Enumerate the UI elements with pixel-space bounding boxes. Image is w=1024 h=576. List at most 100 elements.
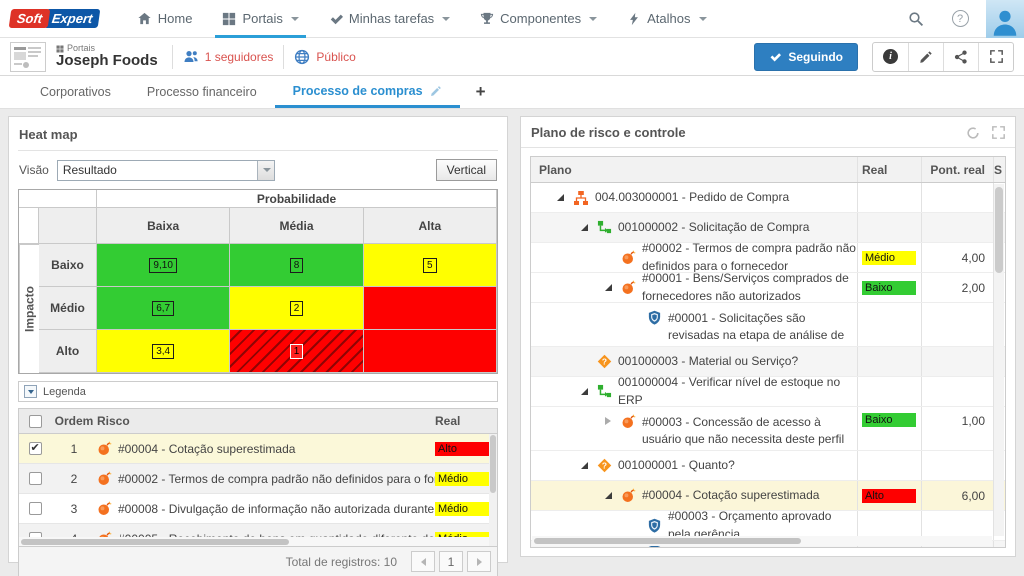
scrollbar-thumb[interactable] [534, 538, 801, 544]
tree-row[interactable]: 001000001 - Quanto? [531, 451, 1005, 481]
tab-label: Processo de compras [292, 83, 423, 98]
select-all-checkbox[interactable] [28, 414, 42, 428]
tab-corporativos[interactable]: Corporativos [22, 76, 129, 108]
current-page[interactable]: 1 [439, 551, 463, 572]
col-header-clipped[interactable]: S [993, 157, 1005, 182]
tree-row[interactable]: 001000004 - Verificar nível de estoque n… [531, 377, 1005, 407]
col-header-pont-real[interactable]: Pont. real [921, 157, 993, 182]
col-header-real[interactable]: Real [857, 157, 921, 182]
user-avatar[interactable] [986, 0, 1024, 38]
table-row[interactable]: 1 #00004 - Cotação superestimada Alto [19, 434, 497, 464]
search-button[interactable] [898, 0, 934, 38]
followers-link[interactable]: 1 seguidores [183, 49, 273, 65]
nav-minhas-tarefas[interactable]: Minhas tarefas [314, 0, 465, 38]
heatmap-cell[interactable]: 5 [363, 244, 497, 287]
cell-value[interactable]: 9,10 [149, 257, 177, 273]
tab-processo-financeiro[interactable]: Processo financeiro [129, 76, 275, 108]
help-button[interactable]: ? [942, 0, 978, 38]
table-row[interactable]: 2 #00002 - Termos de compra padrão não d… [19, 464, 497, 494]
heatmap-cell[interactable]: 6,7 [97, 287, 231, 330]
scrollbar-thumb[interactable] [995, 187, 1003, 273]
collapse-caret-icon[interactable] [580, 462, 588, 469]
share-button[interactable] [943, 42, 978, 71]
heatmap-cell[interactable]: 3,4 [97, 330, 231, 373]
home-icon [137, 11, 152, 26]
vertical-button[interactable]: Vertical [435, 159, 497, 181]
portal-tabs: Corporativos Processo financeiro Process… [0, 76, 1024, 109]
next-page-button[interactable] [467, 551, 491, 572]
tree-row[interactable]: 001000003 - Material ou Serviço? [531, 347, 1005, 377]
risk-table-header: Ordem Risco Real [19, 409, 497, 434]
expand-caret-icon[interactable] [605, 417, 611, 425]
heatmap-cell[interactable]: 9,10 [97, 244, 231, 287]
tab-processo-de-compras[interactable]: Processo de compras [274, 76, 460, 108]
nav-atalhos[interactable]: Atalhos [612, 0, 721, 38]
col-header-real[interactable]: Real [435, 414, 497, 428]
tree-row[interactable]: #00002 - Termos de compra padrão não def… [531, 243, 1005, 273]
tree-row[interactable]: #00001 - Solicitações são revisadas na e… [531, 303, 1005, 347]
heatmap-title: Heat map [18, 125, 498, 151]
cell-value[interactable]: 3,4 [152, 343, 175, 359]
heatmap-corner [19, 208, 39, 244]
visibility-label: Público [316, 49, 356, 64]
heatmap-cell[interactable] [363, 287, 497, 330]
cell-value[interactable]: 2 [289, 300, 304, 316]
collapse-caret-icon[interactable] [580, 224, 588, 231]
row-checkbox[interactable] [28, 502, 42, 515]
cell-value[interactable]: 5 [423, 257, 437, 273]
shield-icon [647, 310, 662, 325]
scrollbar-thumb[interactable] [490, 435, 496, 493]
fullscreen-button[interactable] [978, 42, 1013, 71]
add-tab-button[interactable]: + [460, 76, 502, 108]
info-button[interactable]: i [873, 43, 908, 71]
row-checkbox[interactable] [28, 441, 42, 455]
legend-toggle[interactable]: Legenda [18, 381, 498, 402]
edit-button[interactable] [908, 42, 943, 71]
collapse-caret-icon[interactable] [580, 388, 588, 395]
collapse-caret-icon[interactable] [604, 284, 612, 291]
softexpert-logo[interactable]: Soft Expert [8, 9, 102, 28]
vertical-scrollbar[interactable] [489, 434, 497, 546]
bomb-icon [97, 501, 112, 516]
collapse-caret-icon[interactable] [604, 492, 612, 499]
nav-componentes[interactable]: Componentes [465, 0, 612, 38]
tree-item-label: 001000002 - Solicitação de Compra [618, 219, 810, 234]
col-header-risco[interactable]: Risco [97, 414, 435, 428]
refresh-icon[interactable] [966, 126, 980, 140]
expand-icon[interactable] [992, 126, 1005, 139]
portal-thumbnail[interactable] [10, 41, 46, 72]
tree-row[interactable]: #00001 - Bens/Serviços comprados de forn… [531, 273, 1005, 303]
info-icon: i [883, 49, 898, 64]
heatmap-cell[interactable]: 8 [230, 244, 364, 287]
heatmap-corner [39, 208, 97, 244]
prev-page-button[interactable] [411, 551, 435, 572]
heatmap-cell[interactable] [363, 330, 497, 373]
vertical-scrollbar[interactable] [993, 184, 1004, 536]
cell-value[interactable]: 1 [289, 343, 304, 359]
bomb-icon [621, 414, 636, 429]
horizontal-scrollbar[interactable] [532, 536, 992, 546]
heatmap-cell-selected[interactable]: 1 [230, 330, 364, 373]
logo-expert: Expert [43, 9, 102, 28]
table-row[interactable]: 3 #00008 - Divulgação de informação não … [19, 494, 497, 524]
tree-row-selected[interactable]: #00004 - Cotação superestimada Alto 6,00 [531, 481, 1005, 511]
nav-portais[interactable]: Portais [207, 0, 313, 38]
col-header-ordem[interactable]: Ordem [51, 414, 97, 428]
visibility-link[interactable]: Público [294, 49, 356, 65]
plan-panel: Plano de risco e controle Plano Real Pon… [520, 116, 1016, 557]
nav-home[interactable]: Home [122, 0, 208, 38]
tree-row[interactable]: #00003 - Concessão de acesso à usuário q… [531, 407, 1005, 451]
tree-row[interactable]: 004.003000001 - Pedido de Compra [531, 183, 1005, 213]
row-checkbox[interactable] [28, 472, 42, 485]
table-footer: Total de registros: 10 1 [18, 547, 498, 576]
collapse-caret-icon[interactable] [556, 194, 564, 201]
cell-value[interactable]: 6,7 [152, 300, 175, 316]
horizontal-scrollbar[interactable] [19, 537, 489, 546]
tree-row[interactable]: 001000002 - Solicitação de Compra [531, 213, 1005, 243]
scrollbar-thumb[interactable] [21, 538, 289, 545]
col-header-plano[interactable]: Plano [531, 163, 857, 177]
view-select[interactable]: Resultado [56, 159, 275, 181]
cell-value[interactable]: 8 [289, 257, 304, 273]
follow-button[interactable]: Seguindo [754, 42, 858, 71]
heatmap-cell[interactable]: 2 [230, 287, 364, 330]
